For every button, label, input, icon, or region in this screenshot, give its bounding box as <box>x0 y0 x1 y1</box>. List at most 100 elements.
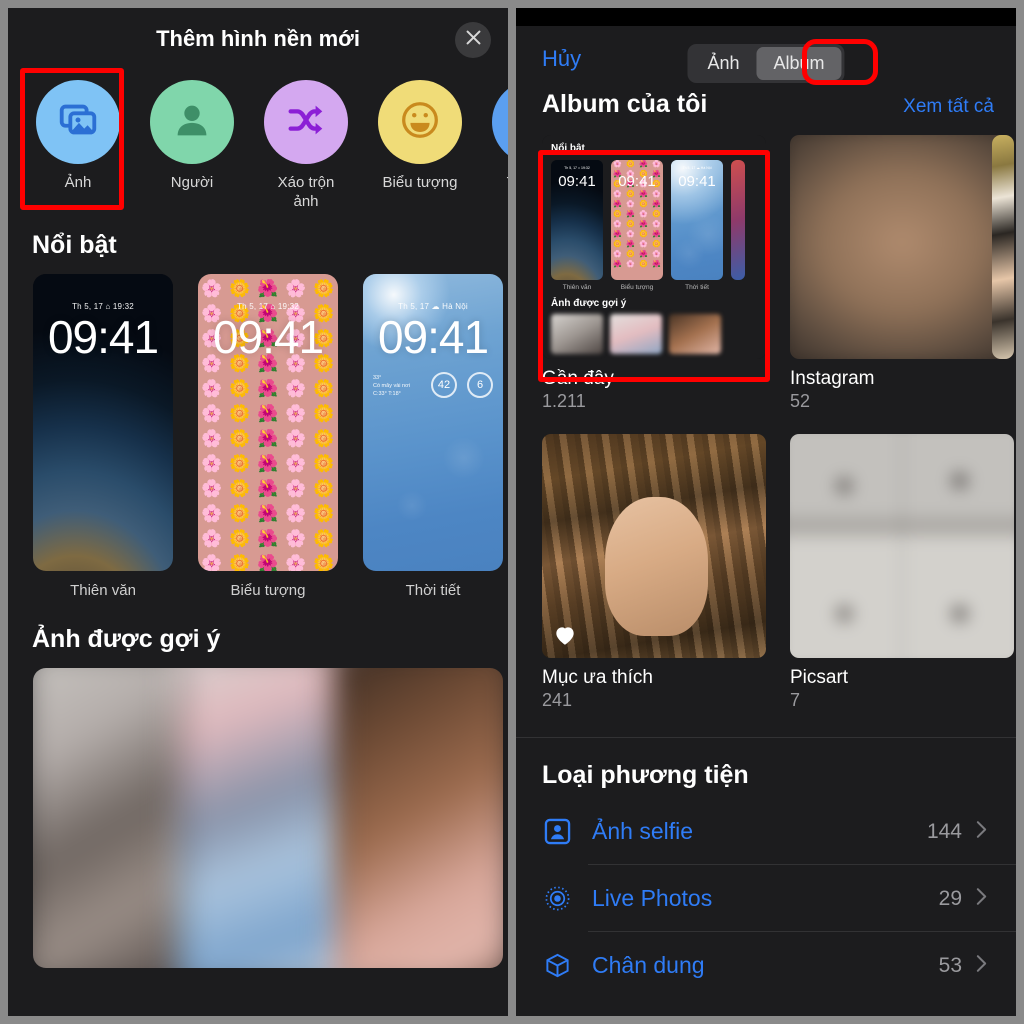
album-name: Picsart <box>790 667 849 688</box>
album-picker-sheet: Hủy Ảnh Album Album của tôi Xem tất cả N… <box>516 26 1016 1016</box>
cancel-button[interactable]: Hủy <box>542 46 581 72</box>
media-types-section: Loại phương tiện Ảnh selfie 144 Live Pho… <box>516 737 1016 999</box>
mini-meta: Th 5, 17 ☁ Hà Nội <box>682 166 712 170</box>
category-anh[interactable]: Ảnh <box>36 80 120 211</box>
category-thoi-tiet-label: Thời tiết <box>492 173 508 192</box>
album-item-picsart[interactable]: Picsart 7 <box>790 434 1014 711</box>
media-types-title: Loại phương tiện <box>542 761 749 789</box>
album-item-muc-ua-thich[interactable]: Mục ưa thích 241 <box>542 434 766 711</box>
weather-ring-widgets: 42 6 <box>431 372 493 398</box>
media-row-count: 144 <box>926 819 962 843</box>
picker-top-bar: Hủy Ảnh Album <box>516 26 1016 90</box>
category-xao-tron-anh[interactable]: Xáo trộn ảnh <box>264 80 348 211</box>
photos-albums-segmented-control: Ảnh Album <box>687 44 845 83</box>
weather-temp: 33° <box>373 375 382 381</box>
chevron-right-icon <box>976 954 996 977</box>
status-bar <box>516 8 1016 26</box>
mini-card-weather: Th 5, 17 ☁ Hà Nội 09:41 <box>671 160 723 280</box>
page-title: Thêm hình nền mới <box>156 26 360 51</box>
my-albums-header: Album của tôi Xem tất cả <box>516 90 1016 119</box>
aqi-ring: 42 <box>431 372 457 398</box>
uv-ring: 6 <box>467 372 493 398</box>
album-name: Gần đây <box>542 368 614 389</box>
lockscreen-time: 09:41 <box>212 311 324 363</box>
album-grid-row-2: Mục ưa thích 241 Picsart 7 <box>516 412 1016 711</box>
mini-card-astronomy: Th 5, 17 ⌂ 19:32 09:41 <box>551 160 603 280</box>
shuffle-icon <box>283 97 329 148</box>
category-bieu-tuong[interactable]: Biểu tượng <box>378 80 462 211</box>
category-anh-label: Ảnh <box>64 174 92 191</box>
see-all-button[interactable]: Xem tất cả <box>903 96 994 118</box>
mini-time: 09:41 <box>618 173 656 190</box>
album-thumbnail <box>790 135 1014 359</box>
featured-card-caption: Thời tiết <box>405 582 461 599</box>
tab-album[interactable]: Album <box>756 47 842 80</box>
dual-panel-screenshot: Thêm hình nền mới Ảnh Người Xáo trộn ảnh… <box>0 0 1024 1024</box>
featured-card-emoji[interactable]: 🌸 🌼 🌺 🌸 🌼 🌸 🌼 🌺 🌸 🌼 🌸 🌼 🌺 🌸 🌼 🌸 🌼 🌺 🌸 🌼 🌸 🌼 🌺 🌸 🌼 🌸 🌼 🌺 🌸 🌼 🌸 🌼 🌺 🌸 🌼 🌸 🌼 🌺 🌸 🌼… <box>198 274 338 599</box>
close-button[interactable] <box>455 22 491 58</box>
add-wallpaper-sheet: Thêm hình nền mới Ảnh Người Xáo trộn ảnh… <box>8 8 508 1016</box>
category-anh-circle <box>36 80 120 164</box>
album-count: 1.211 <box>542 391 586 411</box>
featured-card-caption: Biểu tượng <box>230 582 306 599</box>
suggested-photo-thumb[interactable] <box>33 668 202 968</box>
media-row-anh-selfie[interactable]: Ảnh selfie 144 <box>516 798 1016 865</box>
album-grid-row-1: Nổi bật Th 5, 17 ⌂ 19:32 09:41 Thiên văn <box>516 119 1016 412</box>
category-xao-tron-anh-circle <box>264 80 348 164</box>
recent-screenshot-thumb: Nổi bật Th 5, 17 ⌂ 19:32 09:41 Thiên văn <box>542 135 766 359</box>
selfie-icon <box>542 817 572 847</box>
close-icon <box>465 29 482 51</box>
wallpaper-category-row: Ảnh Người Xáo trộn ảnh Biểu tượng <box>8 70 508 211</box>
mini-caption: Biểu tượng <box>620 284 654 291</box>
media-row-label: Chân dung <box>592 952 705 978</box>
left-panel-add-wallpaper: Thêm hình nền mới Ảnh Người Xáo trộn ảnh… <box>0 0 508 1024</box>
album-name: Instagram <box>790 368 875 389</box>
featured-card-astronomy[interactable]: Th 5, 17 ⌂ 19:32 09:41 Thiên văn <box>33 274 173 599</box>
album-item-instagram[interactable]: Instagram 52 <box>790 135 1014 412</box>
featured-card-weather[interactable]: Th 5, 17 ☁ Hà Nội 09:41 33° Có mây vài n… <box>363 274 503 599</box>
mini-featured-title: Nổi bật <box>551 143 585 154</box>
album-thumbnail <box>790 434 1014 658</box>
mini-card-row: Th 5, 17 ⌂ 19:32 09:41 Thiên văn 🌸 🌼 🌺 🌸 🌺 🌸 🌼 <box>551 160 766 291</box>
category-nguoi-circle <box>150 80 234 164</box>
tab-anh[interactable]: Ảnh <box>690 47 756 80</box>
mini-card-partial <box>731 160 745 280</box>
emoji-icon <box>397 97 443 148</box>
mini-meta: Th 5, 17 ⌂ 19:32 <box>564 166 590 170</box>
suggested-photo-thumb[interactable] <box>177 668 359 968</box>
media-row-count: 53 <box>938 953 962 977</box>
panel-divider <box>508 0 516 1024</box>
category-nguoi[interactable]: Người <box>150 80 234 211</box>
chevron-right-icon <box>976 820 996 843</box>
media-row-count: 29 <box>938 886 962 910</box>
live-photo-icon <box>542 884 572 914</box>
media-row-live-photos[interactable]: Live Photos 29 <box>516 865 1016 932</box>
instagram-blurred-thumb <box>790 135 1014 359</box>
category-bieu-tuong-circle <box>378 80 462 164</box>
mini-caption: Thiên văn <box>562 284 592 291</box>
mini-time: 09:41 <box>558 173 596 190</box>
album-count: 52 <box>790 391 811 411</box>
mini-photo <box>551 314 603 354</box>
weather-range: C:33° T:18° <box>373 391 401 397</box>
featured-card-caption: Thiên văn <box>70 582 136 599</box>
lockscreen-preview-emoji: 🌸 🌼 🌺 🌸 🌼 🌸 🌼 🌺 🌸 🌼 🌸 🌼 🌺 🌸 🌼 🌸 🌼 🌺 🌸 🌼 🌸 🌼 🌺 🌸 🌼 🌸 🌼 🌺 🌸 🌼 🌸 🌼 🌺 🌸 🌼 🌸 🌼 🌺 🌸 🌼… <box>198 274 338 571</box>
album-thumbnail <box>542 434 766 658</box>
category-xao-tron-anh-label: Xáo trộn ảnh <box>277 174 335 210</box>
chevron-right-icon <box>976 887 996 910</box>
album-item-gan-day[interactable]: Nổi bật Th 5, 17 ⌂ 19:32 09:41 Thiên văn <box>542 135 766 412</box>
photos-icon <box>55 97 101 148</box>
suggested-photo-thumb[interactable] <box>334 668 503 968</box>
suggested-photos-strip[interactable] <box>33 668 503 968</box>
lockscreen-preview-weather: Th 5, 17 ☁ Hà Nội 09:41 33° Có mây vài n… <box>363 274 503 571</box>
left-header: Thêm hình nền mới <box>8 8 508 70</box>
my-albums-title: Album của tôi <box>542 90 708 118</box>
mini-photo <box>669 314 721 354</box>
category-nguoi-label: Người <box>170 174 214 191</box>
person-icon <box>169 97 215 148</box>
weather-desc: Có mây vài nơi <box>373 383 410 389</box>
category-thoi-tiet-circle <box>492 80 508 164</box>
featured-cards-row: Th 5, 17 ⌂ 19:32 09:41 Thiên văn 🌸 🌼 🌺 🌸 🌼 🌸 🌼… <box>8 260 508 599</box>
category-thoi-tiet[interactable]: Thời tiết <box>492 80 508 211</box>
media-row-chan-dung[interactable]: Chân dung 53 <box>516 932 1016 999</box>
